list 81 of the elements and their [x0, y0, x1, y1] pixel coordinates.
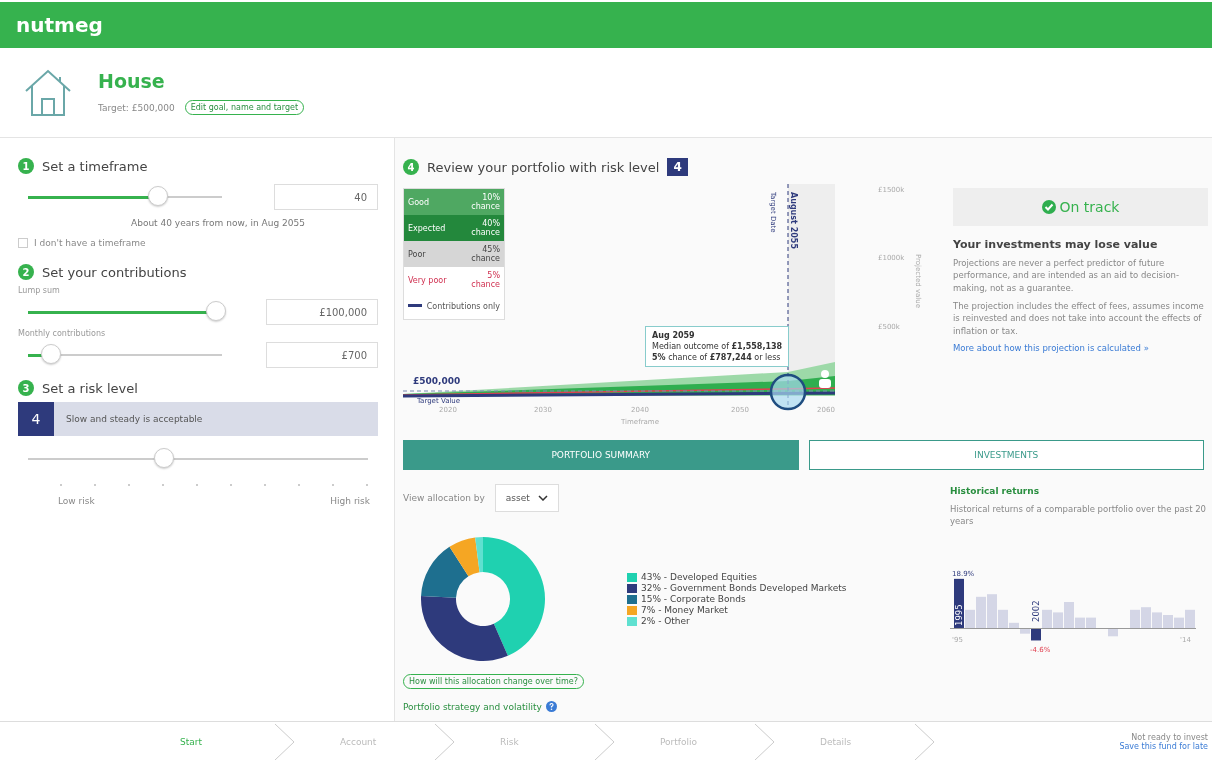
tooltip-median: Median outcome of £1,558,138	[652, 342, 783, 351]
check-icon	[1041, 200, 1056, 214]
tick-mark	[230, 484, 232, 486]
target-value: £500,000	[413, 376, 461, 386]
amount-field[interactable]: £100,000	[266, 299, 378, 325]
brand-logo: nutmeg	[16, 13, 103, 37]
chevron-divider-icon	[434, 724, 456, 760]
step-heading: Set a risk level	[42, 380, 138, 396]
bar-year-label: 1995	[954, 604, 964, 626]
checkbox-label: I don't have a timeframe	[34, 238, 146, 248]
legend-label: 43% - Developed Equities	[641, 571, 757, 583]
legend-chance: 10% chance	[470, 193, 500, 211]
help-icon[interactable]	[545, 701, 557, 712]
risk-description: Slow and steady is acceptable	[66, 414, 203, 424]
step-heading: Review your portfolio with risk level	[427, 159, 660, 175]
allocation-label: View allocation by	[403, 493, 485, 503]
step-number: 3	[18, 380, 34, 396]
timeframe-note: About 40 years from now, in Aug 2055	[131, 218, 305, 228]
years-field[interactable]: 40	[274, 184, 378, 210]
legend-name: Contributions only	[426, 301, 500, 311]
slider-label: Lump sum	[18, 286, 61, 295]
legend-label: 7% - Money Market	[641, 604, 728, 616]
legend-chance: 45% chance	[470, 245, 500, 263]
step-number: 1	[18, 158, 34, 174]
historical-description: Historical returns of a comparable portfolio over the past 20 years	[950, 504, 1208, 528]
target-marker[interactable]	[769, 373, 807, 411]
legend-chance: 5% chance	[470, 271, 500, 289]
tick-mark	[366, 484, 368, 486]
legend-name: Very poor	[408, 275, 447, 285]
tab[interactable]: PORTFOLIO SUMMARY	[403, 440, 799, 470]
chevron-divider-icon	[274, 724, 296, 760]
legend-label: 15% - Corporate Bonds	[641, 593, 746, 605]
target-date: August 2055	[789, 192, 798, 249]
chevron-divider-icon	[594, 724, 616, 760]
goal-title: House	[98, 70, 166, 92]
info-paragraph: The projection includes the effect of fees, assumes income is reinvested and does not take into account the effects of inflation or tax.	[953, 299, 1205, 337]
step-number: 2	[18, 264, 34, 280]
tick-mark	[332, 484, 334, 486]
high-risk-label: High risk	[330, 496, 370, 506]
info-heading: Your investments may lose value	[953, 238, 1159, 251]
allocation-dropdown[interactable]: asset	[494, 484, 559, 512]
legend-name: Expected	[408, 223, 446, 233]
tick-mark	[196, 484, 198, 486]
bar-year-label: 2002	[1031, 600, 1041, 622]
low-risk-label: Low risk	[58, 496, 95, 506]
tick-mark	[264, 484, 266, 486]
step-number: 4	[403, 159, 419, 175]
person-icon	[819, 370, 831, 388]
tab[interactable]: INVESTMENTS	[808, 440, 1204, 470]
slider-label: Monthly contributions	[18, 329, 107, 338]
save-prompt: Not ready to invest	[1131, 733, 1208, 742]
info-paragraph: Projections are never a perfect predictor of future performance, and are intended as an aid to decision-making, not as a guarantee.	[953, 257, 1181, 294]
projection-info-link[interactable]: More about how this projection is calculated »	[953, 342, 1208, 353]
legend-name: Poor	[408, 249, 426, 259]
tick-mark	[162, 484, 164, 486]
chevron-icon	[537, 495, 548, 501]
legend-label: 2% - Other	[641, 615, 690, 627]
tooltip-date: Aug 2059	[652, 331, 696, 340]
legend-name: Good	[408, 197, 430, 207]
status-label: On track	[1059, 199, 1120, 215]
strategy-link[interactable]: Portfolio strategy and volatility	[403, 701, 542, 712]
progress-step[interactable]: Start	[180, 737, 230, 747]
chevron-divider-icon	[754, 724, 776, 760]
tick-mark	[60, 484, 62, 486]
historical-heading: Historical returns	[950, 486, 1041, 496]
tooltip-low: 5% chance of £787,244 or less	[652, 353, 782, 362]
goal-target: Target: £500,000	[98, 102, 175, 113]
tick-mark	[94, 484, 96, 486]
save-link[interactable]: Save this fund for late	[1119, 742, 1208, 751]
checkbox[interactable]	[18, 238, 28, 248]
legend-chance: 40% chance	[470, 219, 500, 237]
amount-field[interactable]: £700	[266, 342, 378, 368]
risk-level-badge: 4	[18, 402, 54, 436]
legend-label: 32% - Government Bonds Developed Markets	[641, 582, 847, 594]
tick-mark	[298, 484, 300, 486]
step-heading: Set your contributions	[42, 264, 187, 280]
tick-mark	[128, 484, 130, 486]
risk-level-badge: 4	[667, 158, 688, 176]
chevron-divider-icon	[914, 724, 936, 760]
step-heading: Set a timeframe	[42, 158, 148, 174]
line-swatch-icon	[408, 304, 422, 308]
